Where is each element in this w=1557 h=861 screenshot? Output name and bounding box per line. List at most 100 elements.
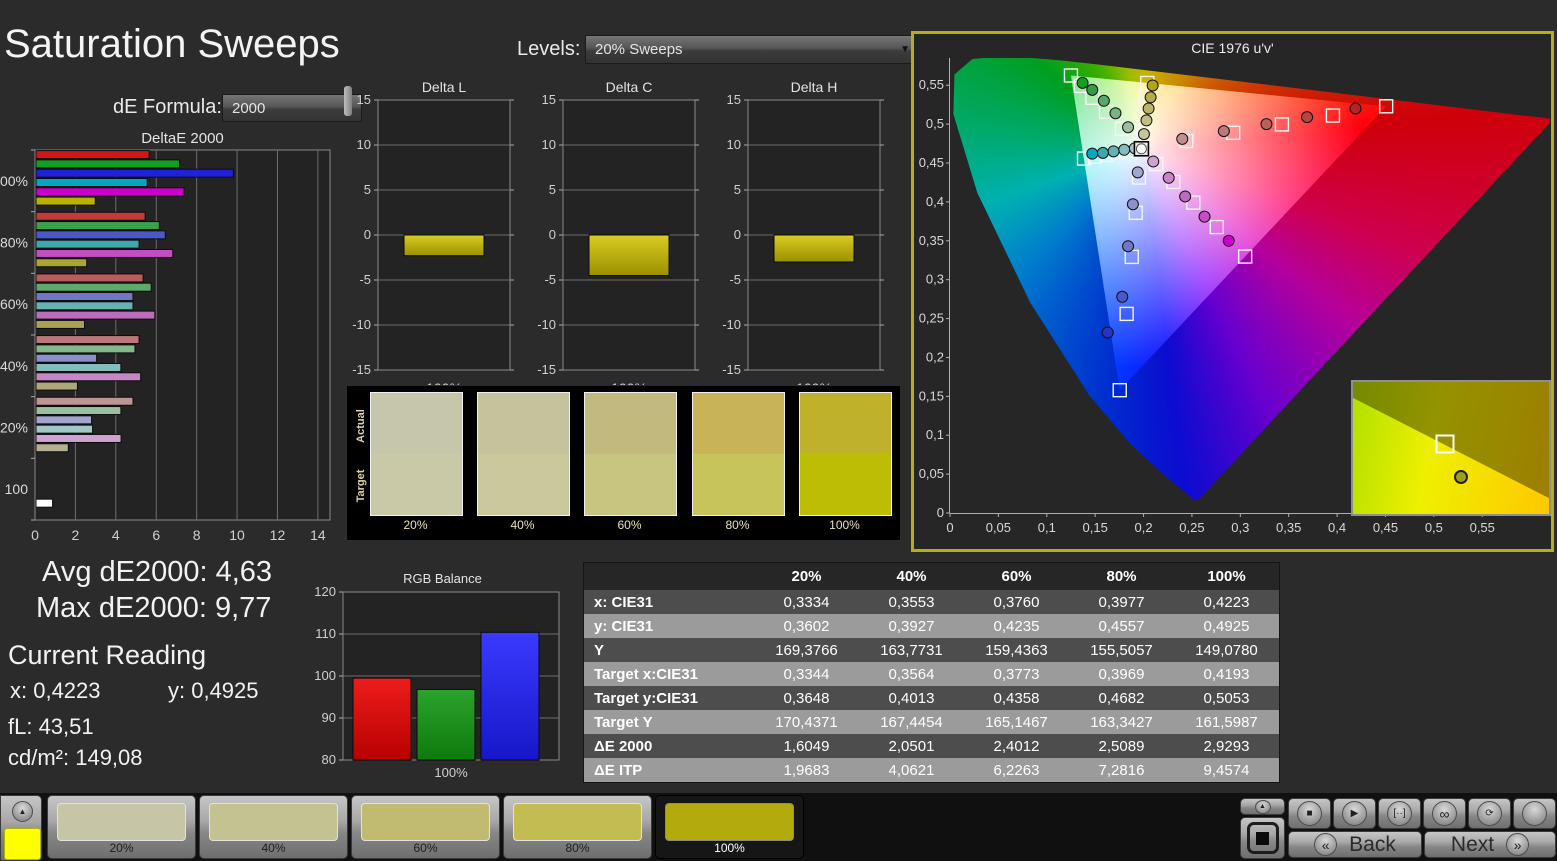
collapse-up-button[interactable]: ▲ [12, 801, 33, 822]
table-cell: 0,3969 [1069, 662, 1174, 686]
axis-tick-label: 0,05 [919, 466, 944, 481]
axis-tick-label: 5 [549, 182, 556, 197]
cie-measured-marker-yellow [1140, 114, 1153, 127]
axis-tick-label: -5 [544, 272, 556, 287]
loop-button[interactable]: ∞ [1423, 798, 1466, 829]
swatch-label-20%: 20% [403, 518, 428, 532]
axis-tick-label: 0,5 [1425, 520, 1443, 535]
deltae-bar-60%-yellow [35, 319, 85, 329]
table-cell: 0,4235 [964, 614, 1069, 638]
table-row: Target y:CIE31 0,3648 0,4013 0,4358 0,4682 0,… [583, 686, 1280, 710]
cie-target-marker-magenta [1237, 249, 1253, 264]
play-icon: ▶ [1342, 801, 1367, 826]
max-de2000-stat: Max dE2000: 9,77 [36, 592, 272, 624]
play-button[interactable]: ▶ [1333, 798, 1376, 829]
cie-target-marker-red [1378, 99, 1394, 114]
cie-target-marker-green [1063, 68, 1079, 83]
stop-icon: ■ [1297, 801, 1322, 826]
axis-tick-label: 10 [727, 137, 741, 152]
swatch-label-60%: 60% [617, 518, 642, 532]
actual-target-swatch-panel: Actual Target 20% 40% 60% 80% 100% [347, 386, 900, 540]
axis-tick-label: 0,4 [926, 194, 944, 209]
table-cell: 161,5987 [1174, 710, 1280, 734]
refresh-button[interactable]: ⟳ [1468, 798, 1511, 829]
deltae-bar-40%-blue [35, 353, 98, 363]
pattern-panel: ▲ [0, 795, 42, 861]
delta_h-bar [773, 234, 855, 263]
next-arrow-icon: » [1506, 833, 1530, 856]
back-button[interactable]: « Back [1288, 831, 1422, 858]
cie-zoom-inset [1351, 380, 1551, 516]
axis-tick-label: 0,55 [1470, 520, 1495, 535]
rgb-balance-title: RGB Balance [403, 571, 482, 586]
stop-button[interactable]: ■ [1288, 798, 1331, 829]
swatch-target-60% [585, 454, 676, 515]
pattern-button-60%[interactable]: 60% [351, 795, 500, 859]
axis-tick-label: 0,5 [926, 116, 944, 131]
axis-tick-label: 6 [152, 527, 160, 542]
axis-tick-label: 0,15 [1083, 520, 1108, 535]
stop-pattern-button[interactable] [1240, 817, 1285, 859]
table-row: ΔE ITP 1,9683 4,0621 6,2263 7,2816 9,4574 [583, 758, 1280, 783]
rgb-bar-green [416, 688, 476, 761]
swatch-40% [477, 392, 570, 516]
app-root: Saturation Sweeps dE Formula: 2000 ▼ Lev… [0, 0, 1557, 861]
cie-measured-marker-cyan [1096, 146, 1109, 159]
table-cell: 167,4454 [859, 710, 964, 734]
table-cell: 0,3564 [859, 662, 964, 686]
table-cell: 0,4557 [1069, 614, 1174, 638]
axis-tick-label: 60% [0, 296, 28, 312]
cie-diagram-panel: CIE 1976 u'v' 0 0 0,05 0,05 0,1 0,1 0,15 0,15 0,… [911, 31, 1554, 552]
cie-measured-marker-blue [1101, 326, 1114, 339]
table-cell: 163,7731 [859, 638, 964, 662]
levels-dropdown[interactable]: 20% Sweeps ▼ [585, 35, 920, 64]
next-label: Next [1450, 832, 1495, 856]
axis-tick-label: 100% [434, 765, 468, 780]
next-button[interactable]: Next » [1424, 831, 1556, 858]
swatch-target-100% [800, 454, 891, 515]
stop-icon [1246, 822, 1279, 854]
deltae-bar-40%-magenta [35, 372, 142, 382]
deltae-bar-80%-yellow [35, 258, 88, 268]
record-button[interactable] [1513, 798, 1556, 829]
axis-tick-label: 20% [0, 420, 28, 436]
table-cell: 6,2263 [964, 758, 1069, 783]
pattern-label-80%: 80% [565, 841, 590, 855]
axis-tick-label: 0 [946, 520, 953, 535]
pattern-swatch-60% [361, 803, 490, 841]
actual-row-label: Actual [355, 409, 367, 443]
delta-c-chart: Delta C 15 10 5 0 -5 -10 -15 100% [537, 80, 699, 385]
axis-tick-label: 0,2 [926, 349, 944, 364]
deltae-bar-100%-magenta [35, 187, 185, 197]
pattern-button-80%[interactable]: 80% [503, 795, 652, 859]
measurement-data-table: 20% 40% 60% 80% 100% x: CIE31 0,3334 0,3553 0,37… [583, 562, 1280, 783]
table-cell: 4,0621 [859, 758, 964, 783]
cie-target-marker-red [1274, 117, 1290, 132]
axis-tick-label: 0,45 [1373, 520, 1398, 535]
collapse-right-button[interactable]: ▲ [1240, 798, 1285, 815]
table-header-100%: 100% [1174, 562, 1280, 590]
cie-measured-marker-red [1217, 125, 1230, 138]
table-header-60%: 60% [964, 562, 1069, 590]
axis-tick-label: 0,2 [1135, 520, 1153, 535]
pattern-button-40%[interactable]: 40% [199, 795, 348, 859]
axis-tick-label: 14 [310, 527, 326, 542]
axis-tick-label: -15 [537, 362, 556, 377]
table-row: Target x:CIE31 0,3344 0,3564 0,3773 0,3969 0,… [583, 662, 1280, 686]
axis-tick-label: -5 [359, 272, 371, 287]
rgb-bar-red [352, 677, 412, 761]
axis-tick-label: 0,55 [919, 77, 944, 92]
pattern-button-20%[interactable]: 20% [47, 795, 196, 859]
swatch-actual-80% [693, 393, 784, 454]
frame-step-button[interactable]: [··] [1378, 798, 1421, 829]
axis-tick-label: 0 [937, 505, 944, 520]
bottom-toolbar: ▲ 20% 40% 60% 80% 100% ▲ ■ ▶ [··] ∞ ⟳ « Back Next » [0, 793, 1557, 861]
axis-tick-label: 0,3 [926, 272, 944, 287]
cie-measured-marker-cyan [1107, 145, 1120, 158]
cie-measured-marker-cyan [1118, 143, 1131, 156]
pattern-button-100%[interactable]: 100% [655, 795, 804, 859]
table-row: y: CIE31 0,3602 0,3927 0,4235 0,4557 0,4925 [583, 614, 1280, 638]
swatch-label-40%: 40% [510, 518, 535, 532]
de-formula-dropdown[interactable]: 2000 ▼ [222, 94, 362, 122]
table-cell: 2,4012 [964, 734, 1069, 758]
